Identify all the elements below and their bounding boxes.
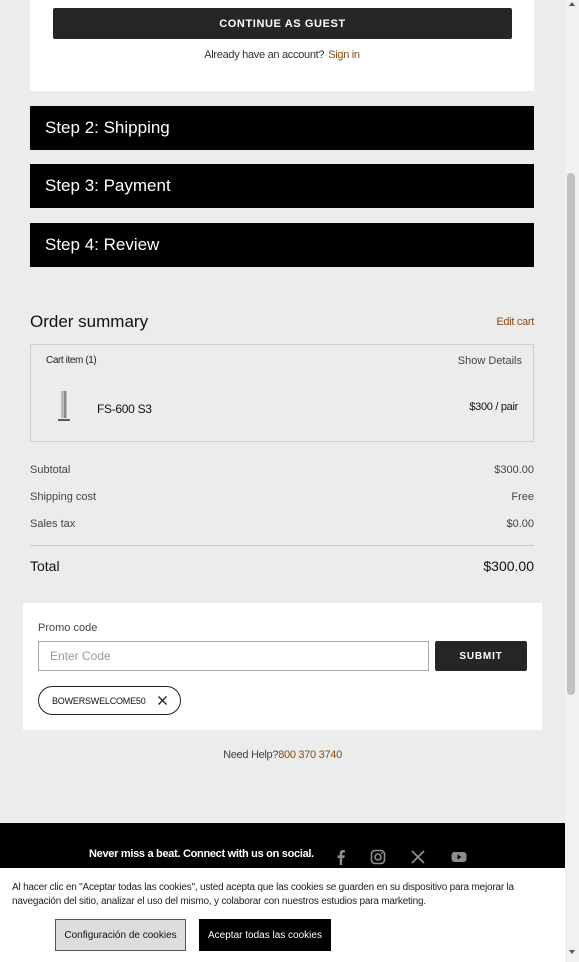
sign-in-row: Already have an account? Sign in [30, 49, 534, 61]
cookie-banner: Al hacer clic en "Aceptar todas las cook… [0, 868, 565, 962]
instagram-icon[interactable] [370, 849, 386, 865]
promo-code-input[interactable] [38, 641, 429, 671]
total-value: $300.00 [483, 558, 534, 574]
edit-cart-link[interactable]: Edit cart [496, 316, 534, 328]
product-name: FS-600 S3 [97, 402, 152, 416]
order-summary-title: Order summary [30, 312, 149, 331]
step-review-label: Step 4: Review [45, 235, 160, 254]
cookie-consent-text: Al hacer clic en "Aceptar todas las cook… [12, 882, 514, 907]
applied-promo-chip: BOWERSWELCOME50 [38, 686, 181, 715]
account-prompt: Already have an account? [204, 49, 325, 61]
sales-tax-label: Sales tax [30, 518, 76, 530]
page-scrollbar[interactable] [565, 0, 579, 962]
accept-all-cookies-button[interactable]: Aceptar todas las cookies [199, 919, 331, 951]
youtube-icon[interactable] [451, 849, 467, 865]
promo-submit-button[interactable]: SUBMIT [435, 641, 527, 671]
guest-checkout-card: CONTINUE AS GUEST Already have an accoun… [30, 0, 534, 91]
x-icon[interactable] [410, 849, 426, 865]
step-payment[interactable]: Step 3: Payment [30, 164, 534, 208]
subtotal-label: Subtotal [30, 464, 71, 476]
summary-divider [30, 545, 534, 546]
facebook-icon[interactable] [333, 849, 349, 865]
promo-code-label: Promo code [38, 622, 98, 634]
scroll-down-arrow-icon[interactable] [569, 950, 575, 954]
cart-items-count: Cart item (1) [46, 355, 97, 366]
subtotal-value: $300.00 [494, 464, 534, 476]
sales-tax-value: $0.00 [506, 518, 534, 530]
sign-in-link[interactable]: Sign in [328, 49, 360, 61]
continue-as-guest-button[interactable]: CONTINUE AS GUEST [53, 8, 512, 39]
show-details-toggle[interactable]: Show Details [458, 355, 522, 367]
remove-promo-icon[interactable] [156, 694, 169, 707]
cart-box: Cart item (1) Show Details FS-600 S3 $30… [30, 344, 534, 442]
help-phone-link[interactable]: 800 370 3740 [278, 749, 342, 761]
shipping-cost-label: Shipping cost [30, 491, 97, 503]
need-help-text: Need Help? [223, 749, 279, 761]
step-payment-label: Step 3: Payment [45, 176, 171, 195]
step-review[interactable]: Step 4: Review [30, 223, 534, 267]
promo-code-panel: Promo code SUBMIT BOWERSWELCOME50 [23, 603, 542, 730]
scrollbar-thumb[interactable] [567, 173, 575, 695]
scroll-up-arrow-icon[interactable] [569, 2, 575, 6]
applied-promo-code: BOWERSWELCOME50 [52, 695, 146, 706]
product-price: $300 / pair [469, 401, 518, 413]
cookie-settings-button[interactable]: Configuración de cookies [55, 919, 186, 951]
step-shipping[interactable]: Step 2: Shipping [30, 106, 534, 150]
speaker-product-image [58, 391, 70, 421]
total-label: Total [30, 558, 60, 574]
step-shipping-label: Step 2: Shipping [45, 118, 170, 137]
checkout-page: CONTINUE AS GUEST Already have an accoun… [0, 0, 565, 962]
need-help-line: Need Help?800 370 3740 [0, 749, 565, 761]
footer-social-text: Never miss a beat. Connect with us on so… [89, 848, 314, 860]
shipping-cost-value: Free [511, 491, 534, 503]
